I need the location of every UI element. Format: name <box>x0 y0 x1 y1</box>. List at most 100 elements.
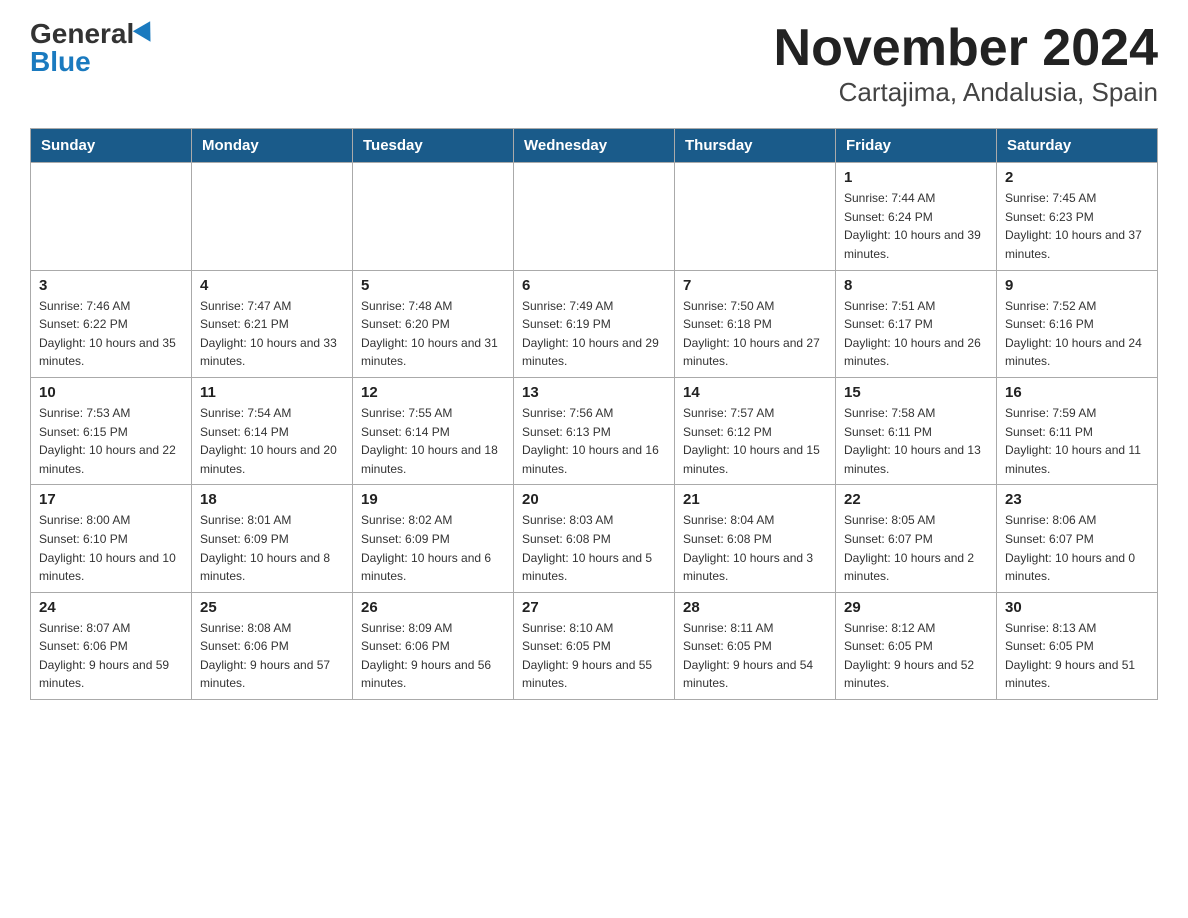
week-row-3: 10 Sunrise: 7:53 AMSunset: 6:15 PMDayligh… <box>31 377 1158 484</box>
day-info: Sunrise: 8:12 AMSunset: 6:05 PMDaylight:… <box>844 619 988 693</box>
day-number: 30 <box>1005 599 1149 616</box>
calendar-cell <box>31 163 192 270</box>
day-number: 2 <box>1005 169 1149 186</box>
week-row-2: 3 Sunrise: 7:46 AMSunset: 6:22 PMDaylight… <box>31 270 1158 377</box>
day-number: 1 <box>844 169 988 186</box>
week-row-5: 24 Sunrise: 8:07 AMSunset: 6:06 PMDayligh… <box>31 592 1158 699</box>
calendar-cell: 27 Sunrise: 8:10 AMSunset: 6:05 PMDayligh… <box>514 592 675 699</box>
calendar-cell: 30 Sunrise: 8:13 AMSunset: 6:05 PMDayligh… <box>997 592 1158 699</box>
day-number: 23 <box>1005 491 1149 508</box>
logo: General Blue <box>30 20 156 76</box>
day-info: Sunrise: 8:04 AMSunset: 6:08 PMDaylight:… <box>683 511 827 585</box>
day-info: Sunrise: 8:01 AMSunset: 6:09 PMDaylight:… <box>200 511 344 585</box>
calendar-cell: 24 Sunrise: 8:07 AMSunset: 6:06 PMDayligh… <box>31 592 192 699</box>
day-number: 20 <box>522 491 666 508</box>
calendar-cell: 17 Sunrise: 8:00 AMSunset: 6:10 PMDayligh… <box>31 485 192 592</box>
day-number: 17 <box>39 491 183 508</box>
day-info: Sunrise: 7:54 AMSunset: 6:14 PMDaylight:… <box>200 404 344 478</box>
calendar-cell: 7Sunrise: 7:50 AMSunset: 6:18 PMDaylight… <box>675 270 836 377</box>
day-info: Sunrise: 7:47 AMSunset: 6:21 PMDaylight:… <box>200 297 344 371</box>
calendar-cell: 3 Sunrise: 7:46 AMSunset: 6:22 PMDaylight… <box>31 270 192 377</box>
day-info: Sunrise: 7:52 AMSunset: 6:16 PMDaylight:… <box>1005 297 1149 371</box>
day-info: Sunrise: 7:55 AMSunset: 6:14 PMDaylight:… <box>361 404 505 478</box>
day-number: 6 <box>522 277 666 294</box>
day-info: Sunrise: 8:03 AMSunset: 6:08 PMDaylight:… <box>522 511 666 585</box>
header-tuesday: Tuesday <box>353 129 514 163</box>
day-number: 24 <box>39 599 183 616</box>
day-number: 21 <box>683 491 827 508</box>
calendar-cell: 11 Sunrise: 7:54 AMSunset: 6:14 PMDayligh… <box>192 377 353 484</box>
calendar-cell <box>514 163 675 270</box>
calendar-cell <box>675 163 836 270</box>
day-number: 27 <box>522 599 666 616</box>
logo-blue-text: Blue <box>30 48 91 76</box>
location-title: Cartajima, Andalusia, Spain <box>774 77 1158 108</box>
day-info: Sunrise: 7:48 AMSunset: 6:20 PMDaylight:… <box>361 297 505 371</box>
week-row-4: 17 Sunrise: 8:00 AMSunset: 6:10 PMDayligh… <box>31 485 1158 592</box>
day-number: 26 <box>361 599 505 616</box>
day-info: Sunrise: 8:02 AMSunset: 6:09 PMDaylight:… <box>361 511 505 585</box>
calendar-cell: 23Sunrise: 8:06 AMSunset: 6:07 PMDayligh… <box>997 485 1158 592</box>
calendar-cell: 1 Sunrise: 7:44 AMSunset: 6:24 PMDaylight… <box>836 163 997 270</box>
day-info: Sunrise: 8:07 AMSunset: 6:06 PMDaylight:… <box>39 619 183 693</box>
calendar-cell: 16Sunrise: 7:59 AMSunset: 6:11 PMDayligh… <box>997 377 1158 484</box>
title-section: November 2024 Cartajima, Andalusia, Spai… <box>774 20 1158 108</box>
day-number: 14 <box>683 384 827 401</box>
calendar-cell: 20 Sunrise: 8:03 AMSunset: 6:08 PMDayligh… <box>514 485 675 592</box>
day-number: 15 <box>844 384 988 401</box>
header-monday: Monday <box>192 129 353 163</box>
day-number: 3 <box>39 277 183 294</box>
calendar-cell: 28 Sunrise: 8:11 AMSunset: 6:05 PMDayligh… <box>675 592 836 699</box>
day-number: 4 <box>200 277 344 294</box>
day-number: 5 <box>361 277 505 294</box>
calendar-cell: 19 Sunrise: 8:02 AMSunset: 6:09 PMDayligh… <box>353 485 514 592</box>
week-row-1: 1 Sunrise: 7:44 AMSunset: 6:24 PMDaylight… <box>31 163 1158 270</box>
day-info: Sunrise: 8:10 AMSunset: 6:05 PMDaylight:… <box>522 619 666 693</box>
calendar-cell: 12 Sunrise: 7:55 AMSunset: 6:14 PMDayligh… <box>353 377 514 484</box>
day-info: Sunrise: 7:58 AMSunset: 6:11 PMDaylight:… <box>844 404 988 478</box>
day-number: 19 <box>361 491 505 508</box>
day-number: 7 <box>683 277 827 294</box>
day-info: Sunrise: 7:44 AMSunset: 6:24 PMDaylight:… <box>844 189 988 263</box>
day-info: Sunrise: 7:51 AMSunset: 6:17 PMDaylight:… <box>844 297 988 371</box>
day-info: Sunrise: 7:46 AMSunset: 6:22 PMDaylight:… <box>39 297 183 371</box>
calendar-cell: 2Sunrise: 7:45 AMSunset: 6:23 PMDaylight… <box>997 163 1158 270</box>
calendar-cell: 18 Sunrise: 8:01 AMSunset: 6:09 PMDayligh… <box>192 485 353 592</box>
day-info: Sunrise: 7:56 AMSunset: 6:13 PMDaylight:… <box>522 404 666 478</box>
calendar-cell: 15 Sunrise: 7:58 AMSunset: 6:11 PMDayligh… <box>836 377 997 484</box>
calendar-cell: 21 Sunrise: 8:04 AMSunset: 6:08 PMDayligh… <box>675 485 836 592</box>
day-number: 29 <box>844 599 988 616</box>
day-info: Sunrise: 8:00 AMSunset: 6:10 PMDaylight:… <box>39 511 183 585</box>
day-number: 22 <box>844 491 988 508</box>
day-number: 28 <box>683 599 827 616</box>
page-header: General Blue November 2024 Cartajima, An… <box>30 20 1158 108</box>
header-sunday: Sunday <box>31 129 192 163</box>
calendar-cell <box>353 163 514 270</box>
day-number: 16 <box>1005 384 1149 401</box>
logo-general-text: General <box>30 20 134 48</box>
calendar-cell: 10 Sunrise: 7:53 AMSunset: 6:15 PMDayligh… <box>31 377 192 484</box>
day-number: 12 <box>361 384 505 401</box>
calendar-cell: 9 Sunrise: 7:52 AMSunset: 6:16 PMDaylight… <box>997 270 1158 377</box>
day-number: 25 <box>200 599 344 616</box>
day-number: 10 <box>39 384 183 401</box>
calendar-cell: 14Sunrise: 7:57 AMSunset: 6:12 PMDayligh… <box>675 377 836 484</box>
month-title: November 2024 <box>774 20 1158 77</box>
day-info: Sunrise: 7:53 AMSunset: 6:15 PMDaylight:… <box>39 404 183 478</box>
header-thursday: Thursday <box>675 129 836 163</box>
day-info: Sunrise: 8:05 AMSunset: 6:07 PMDaylight:… <box>844 511 988 585</box>
calendar-cell: 22 Sunrise: 8:05 AMSunset: 6:07 PMDayligh… <box>836 485 997 592</box>
day-info: Sunrise: 8:13 AMSunset: 6:05 PMDaylight:… <box>1005 619 1149 693</box>
header-saturday: Saturday <box>997 129 1158 163</box>
calendar-cell: 5 Sunrise: 7:48 AMSunset: 6:20 PMDaylight… <box>353 270 514 377</box>
calendar-table: Sunday Monday Tuesday Wednesday Thursday… <box>30 128 1158 700</box>
logo-triangle-icon <box>133 21 159 47</box>
day-info: Sunrise: 8:11 AMSunset: 6:05 PMDaylight:… <box>683 619 827 693</box>
day-number: 18 <box>200 491 344 508</box>
calendar-cell: 25Sunrise: 8:08 AMSunset: 6:06 PMDayligh… <box>192 592 353 699</box>
day-number: 9 <box>1005 277 1149 294</box>
calendar-cell: 13Sunrise: 7:56 AMSunset: 6:13 PMDayligh… <box>514 377 675 484</box>
day-number: 11 <box>200 384 344 401</box>
day-info: Sunrise: 7:49 AMSunset: 6:19 PMDaylight:… <box>522 297 666 371</box>
day-number: 8 <box>844 277 988 294</box>
